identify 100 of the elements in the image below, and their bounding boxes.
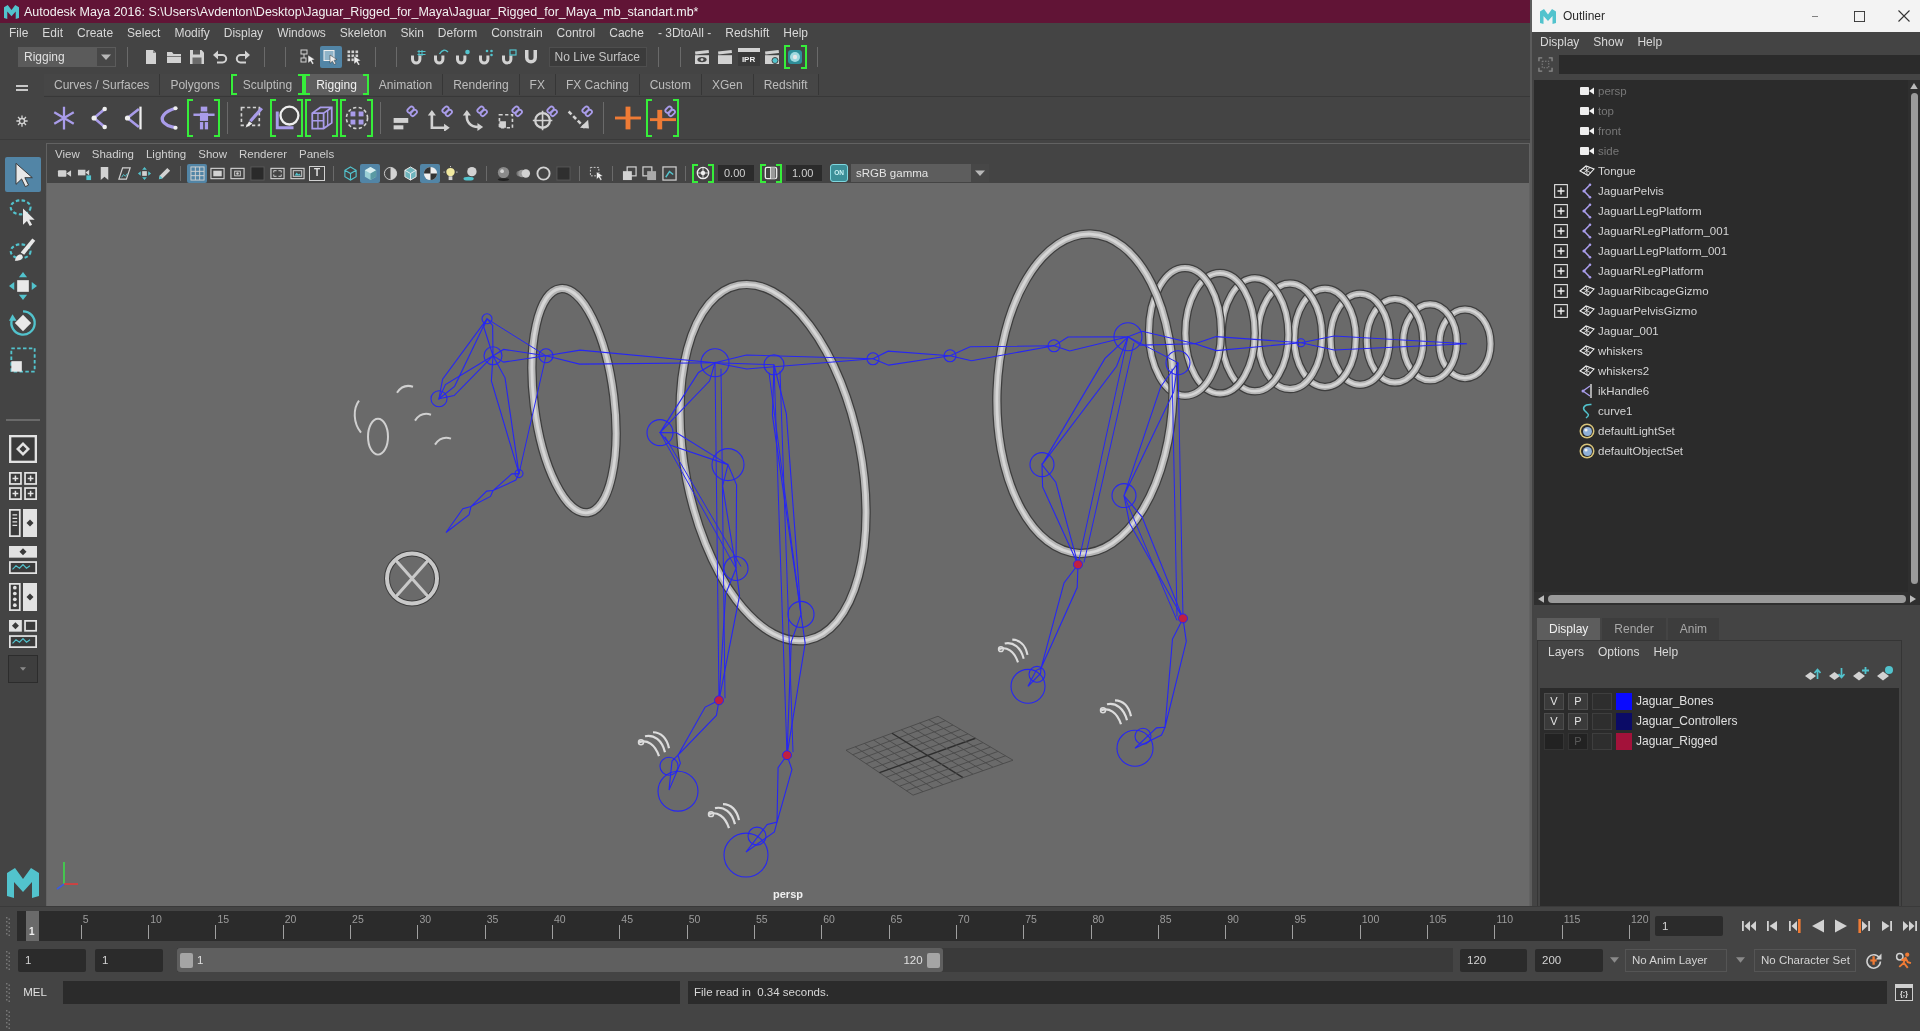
ring-controller[interactable] [1289,284,1361,392]
outliner-item[interactable]: defaultObjectSet [1534,441,1908,461]
curve-controller[interactable] [353,399,362,434]
animation-end-field[interactable]: 200 [1535,948,1603,972]
undo-arrow-icon[interactable] [211,48,228,65]
current-frame-field[interactable]: 1 [1655,915,1723,936]
claw-controller[interactable] [1099,699,1133,726]
layer-down-arrow-icon[interactable] [1829,666,1845,682]
shelf-tool-button[interactable] [270,99,303,137]
range-slider-bar[interactable] [177,948,943,972]
filter-field[interactable] [1559,55,1920,74]
menu-item[interactable]: - 3DtoAll - [650,24,719,42]
shelf-tool-button[interactable] [340,99,373,137]
layer-name[interactable]: Jaguar_Controllers [1636,714,1738,728]
live-surface-button[interactable]: No Live Surface [548,46,647,67]
exposure-button[interactable] [692,163,714,183]
exposure-field[interactable]: 0.00 [718,165,754,181]
single-pane-layout-icon[interactable] [9,434,37,463]
command-language-button[interactable]: MEL [10,986,60,998]
anim-layer-dropdown[interactable]: No Anim Layer [1625,948,1727,972]
spine-bone-chain[interactable] [545,330,1468,370]
grid-magnet-icon[interactable] [410,48,427,65]
menu-item[interactable]: Display [1533,33,1587,51]
playback-end-field[interactable]: 120 [1460,948,1527,972]
ipr-render-button[interactable]: IPR [737,47,760,66]
menu-item[interactable]: Constrain [484,24,550,42]
panel-tool-button[interactable] [187,163,207,183]
menu-item[interactable]: Display [216,24,271,42]
curve-controller[interactable] [434,436,452,446]
surface-magnet-icon[interactable] [500,48,517,65]
layer-color-swatch[interactable] [1616,692,1632,710]
shelf-tab[interactable]: Rigging [304,74,369,95]
panel-menu-item[interactable]: Renderer [233,145,293,162]
outliner-item[interactable]: JaguarPelvisGizmo [1534,301,1908,321]
range-slider-track[interactable]: 1 120 [177,948,1453,972]
ring-controller[interactable] [675,279,871,646]
menu-item[interactable]: Help [1646,642,1686,661]
animation-start-field[interactable]: 1 [18,948,86,972]
menu-item[interactable]: Show [1586,33,1631,51]
menu-item[interactable]: Layers [1541,642,1592,661]
menu-item[interactable]: Edit [35,24,71,42]
caret-icon[interactable] [1736,957,1745,963]
menu-item[interactable]: Skin [393,24,431,42]
menu-item[interactable]: Help [776,24,815,42]
curve-magnet-icon[interactable] [432,48,449,65]
gamma-button[interactable] [760,163,782,183]
jaw-bone-chain[interactable] [445,353,547,534]
horizontal-scrollbar[interactable] [1534,592,1920,605]
shelf-tab[interactable]: Sculpting [230,74,305,95]
panel-tool-button[interactable] [420,163,440,183]
panel-menu-item[interactable]: View [49,145,86,162]
playback-toggle[interactable]: P [1568,692,1588,710]
layer-editor-tab[interactable]: Render [1602,618,1666,640]
outliner-item[interactable]: defaultLightSet [1534,421,1908,441]
new-layer-icon[interactable] [1853,666,1869,682]
mixed-pane-layout-icon[interactable] [9,619,37,648]
panel-tool-button[interactable] [533,163,553,183]
gamma-field[interactable]: 1.00 [786,165,822,181]
panel-tool-button[interactable] [360,163,380,183]
character-set-dropdown[interactable]: No Character Set [1754,948,1856,972]
outliner-item[interactable]: whiskers [1534,341,1908,361]
render-tool-button[interactable] [783,44,807,69]
current-frame-marker[interactable]: 1 [26,910,40,941]
panel-tool-button[interactable] [440,163,460,183]
expand-plus-icon[interactable] [1554,204,1568,218]
ring-controller[interactable] [992,229,1178,559]
expand-plus-icon[interactable] [1554,244,1568,258]
redo-arrow-icon[interactable] [234,48,251,65]
ring-controller[interactable] [1326,289,1394,389]
expand-plus-icon[interactable] [1554,264,1568,278]
play-backward-icon[interactable] [1810,917,1826,934]
leg-bone-chain[interactable] [1010,322,1143,704]
playback-toggle[interactable]: P [1568,712,1588,730]
crossed-circle-controller[interactable] [384,550,440,607]
claw-controller[interactable] [637,731,671,758]
layer-name[interactable]: Jaguar_Bones [1636,694,1714,708]
layer-up-arrow-icon[interactable] [1805,666,1821,682]
head-bone-chain[interactable] [430,313,554,408]
ring-controller[interactable] [527,283,621,518]
shelf-tool-button[interactable] [305,99,338,137]
menu-item[interactable]: Options [1591,642,1647,661]
ring-controller[interactable] [1362,294,1428,387]
menu-set-dropdown[interactable]: Rigging [18,46,116,67]
3d-viewport[interactable]: persp [47,183,1529,906]
menu-item[interactable]: Skeleton [332,24,394,42]
settings-icon[interactable] [16,115,28,127]
layer-editor-tab[interactable]: Display [1537,618,1601,640]
auto-key-icon[interactable] [1864,951,1882,969]
time-slider-track[interactable]: 1 5 10 15 20 25 30 35 40 45 50 55 60 65 70 75 80 85 90 95 100 105 110 115 120 [17,910,1650,941]
expand-plus-icon[interactable] [1554,184,1568,198]
close-icon[interactable] [1898,10,1910,22]
menu-item[interactable]: Create [70,24,121,42]
visibility-toggle[interactable]: V [1544,692,1564,710]
menu-item[interactable]: Help [1630,33,1670,51]
scrollbar-thumb[interactable] [1910,93,1918,584]
ring-controller[interactable] [1398,300,1462,385]
ring-controller[interactable] [1144,263,1226,400]
three-pane-layout-icon[interactable] [9,582,37,611]
command-input-field[interactable] [63,980,680,1004]
expand-plus-icon[interactable] [1554,304,1568,318]
